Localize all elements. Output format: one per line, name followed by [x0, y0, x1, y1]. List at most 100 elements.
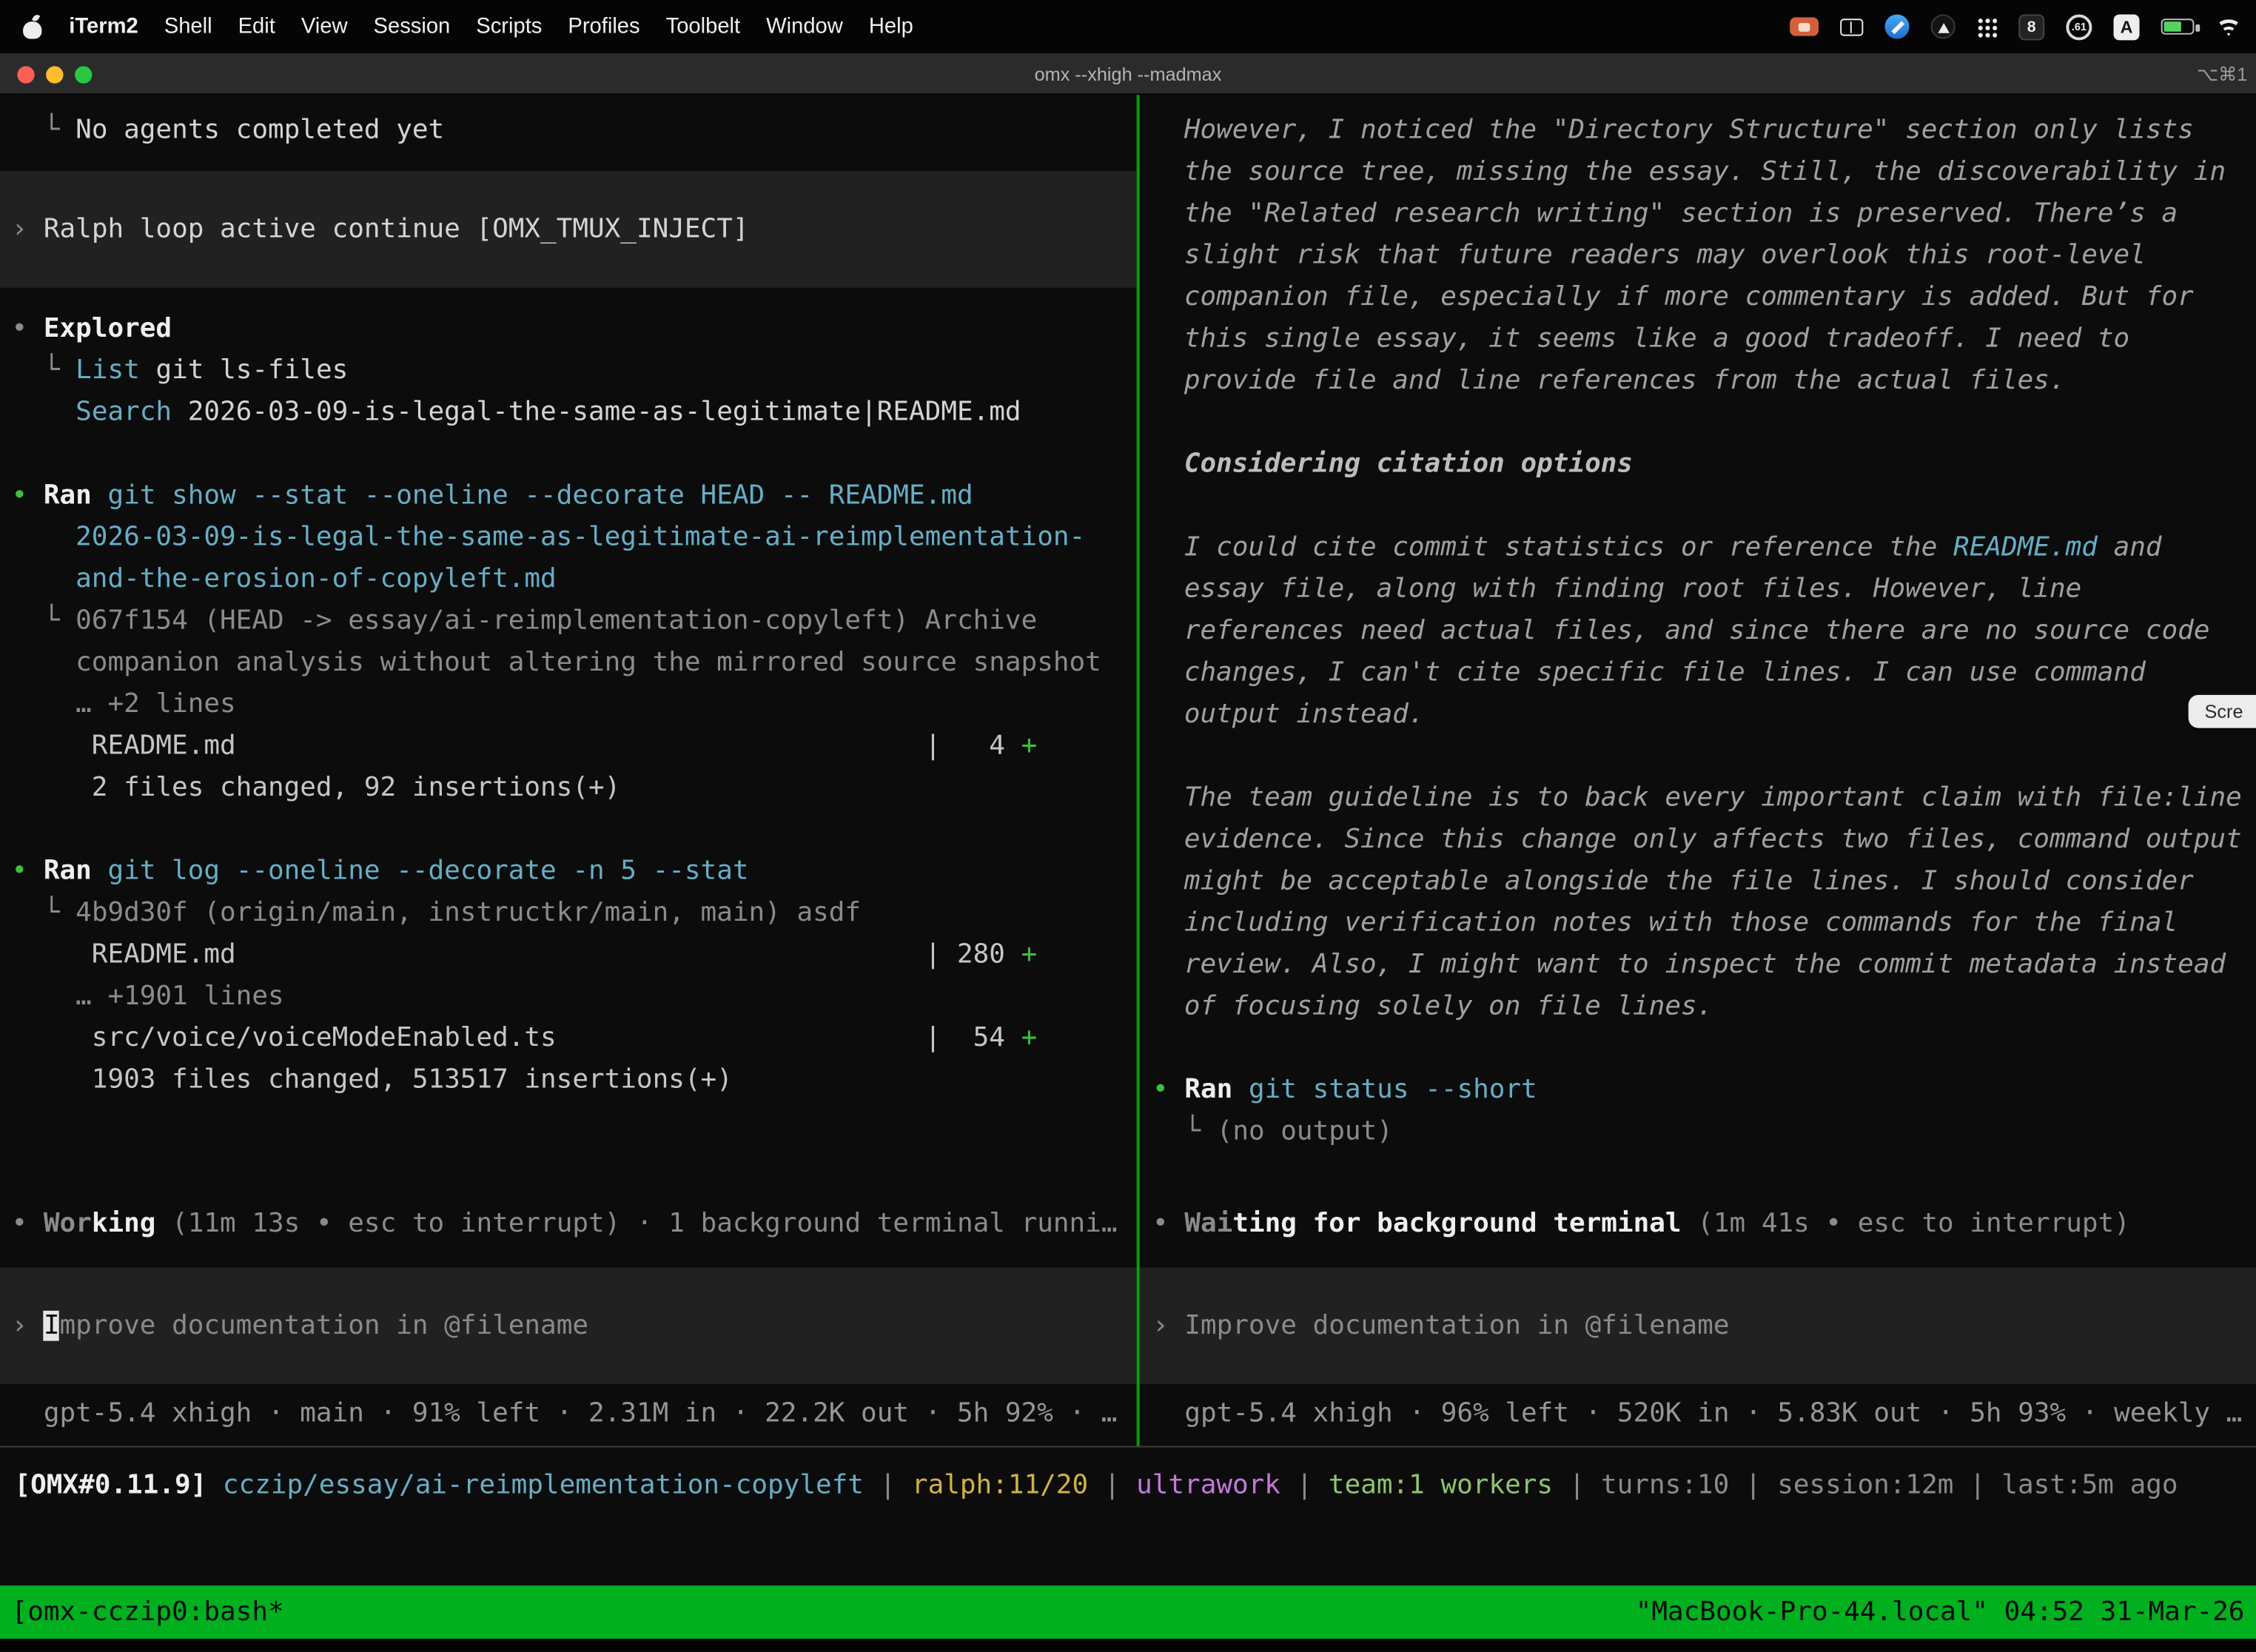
explored-block: • Explored └ List git ls-files Search 20…	[0, 308, 1137, 433]
menu-item-window[interactable]: Window	[766, 14, 843, 38]
menubar: iTerm2 Shell Edit View Session Scripts Profile…	[0, 0, 2256, 53]
text-segment: |	[1953, 1471, 2001, 1501]
text-segment: ralph:11/20	[912, 1471, 1088, 1501]
text-segment: last:5m ago	[2001, 1471, 2178, 1501]
text-segment: 2026-03-09-is-legal-the-same-as-legitima…	[172, 397, 1021, 428]
text-segment: … +1901 lines	[12, 981, 284, 1012]
apple-menu-icon[interactable]	[23, 14, 43, 38]
terminal-line: • Explored	[0, 308, 1137, 349]
left-pane[interactable]: └ No agents completed yet › Ralph loop ac…	[0, 95, 1137, 1446]
screen-recording-indicator[interactable]	[1790, 17, 1819, 36]
terminal-line: of focusing solely on file lines.	[1171, 986, 2256, 1027]
text-segment: ›	[12, 1311, 44, 1341]
right-pane[interactable]: However, I noticed the "Directory Struct…	[1140, 95, 2256, 1446]
menu-item-profiles[interactable]: Profiles	[568, 14, 639, 38]
menu-item-session[interactable]: Session	[374, 14, 451, 38]
terminal-line: • Working (11m 13s • esc to interrupt) ·…	[0, 1203, 1137, 1244]
terminal-line: this single essay, it seems like a good …	[1171, 318, 2256, 360]
terminal-line: output instead.	[1171, 694, 2256, 735]
text-segment: •	[12, 1209, 44, 1239]
text-segment: session:12m	[1777, 1471, 1953, 1501]
menu-item-help[interactable]: Help	[869, 14, 913, 38]
text-segment: the source tree, missing the essay. Stil…	[1184, 157, 2226, 187]
terminal-line: └ 4b9d30f (origin/main, instructkr/main,…	[0, 892, 1137, 933]
reasoning-paragraph-3: The team guideline is to back every impo…	[1171, 777, 2256, 1027]
zoom-button[interactable]	[75, 65, 92, 82]
tmux-status-bar: [omx-cczip0:bash* "MacBook-Pro-44.local"…	[0, 1585, 2256, 1639]
working-status: • Working (11m 13s • esc to interrupt) ·…	[0, 1203, 1137, 1244]
terminal-line: └ No agents completed yet	[0, 110, 1137, 151]
terminal-line: • Ran git show --stat --oneline --decora…	[0, 474, 1137, 516]
text-segment: Ran	[1184, 1075, 1232, 1105]
text-segment: cczip/essay/ai-reimplementation-copyleft	[223, 1471, 864, 1501]
terminal-line: including verification notes with those …	[1171, 902, 2256, 944]
menu-items: iTerm2 Shell Edit View Session Scripts Profile…	[69, 14, 913, 38]
terminal-line: The team guideline is to back every impo…	[1171, 777, 2256, 819]
battery-icon[interactable]	[2161, 19, 2195, 34]
text-segment: +	[1021, 1023, 1038, 1053]
minimize-button[interactable]	[46, 65, 63, 82]
text-segment	[12, 397, 76, 428]
wifi-icon[interactable]	[2216, 17, 2242, 36]
menu-item-scripts[interactable]: Scripts	[476, 14, 542, 38]
traffic-lights	[17, 53, 92, 95]
window-shortcut-badge: ⌥⌘1	[2197, 53, 2247, 95]
text-segment: companion analysis without altering the …	[12, 648, 1101, 678]
input-source-icon[interactable]: A	[2114, 13, 2140, 39]
text-segment: including verification notes with those …	[1184, 908, 2178, 939]
reasoning-heading: Considering citation options	[1171, 443, 2256, 485]
terminal-line: 2 files changed, 92 insertions(+)	[0, 767, 1137, 808]
terminal-line: provide file and line references from th…	[1171, 360, 2256, 401]
terminal-line: └ List git ls-files	[0, 349, 1137, 391]
menu-item-edit[interactable]: Edit	[238, 14, 275, 38]
terminal-line: and-the-erosion-of-copyleft.md	[0, 558, 1137, 600]
text-segment: ›	[1152, 1311, 1184, 1341]
prompt-input[interactable]: › Improve documentation in @filename	[1140, 1268, 2256, 1384]
terminal-line: the "Related research writing" section i…	[1171, 192, 2256, 234]
keypad-8-icon[interactable]: 8	[2018, 13, 2044, 39]
text-segment: src/voice/voiceModeEnabled.ts | 54	[12, 1023, 1021, 1053]
terminal-line: README.md | 4 +	[0, 725, 1137, 767]
terminal-line: slight risk that future readers may over…	[1171, 235, 2256, 276]
text-segment: The team guideline is to back every impo…	[1184, 782, 2242, 813]
apps-grid-icon[interactable]	[1977, 16, 1997, 36]
safari-icon[interactable]	[1884, 14, 1909, 38]
text-segment: might be acceptable alongside the file l…	[1184, 866, 2194, 896]
text-segment: git status --short	[1232, 1075, 1537, 1105]
prompt-input[interactable]: › Improve documentation in @filename	[0, 1268, 1137, 1384]
menu-item-iterm2[interactable]: iTerm2	[69, 14, 138, 38]
text-segment: +	[1021, 939, 1038, 970]
screen-share-edge-tab[interactable]: Scre	[2189, 695, 2256, 728]
text-segment: this single essay, it seems like a good …	[1184, 323, 2129, 354]
terminal-line: companion file, especially if more comme…	[1171, 276, 2256, 318]
text-segment: Ralph loop active continue [OMX_TMUX_INJ…	[44, 215, 749, 245]
terminal-line: … +2 lines	[0, 683, 1137, 725]
text-segment: Ran	[44, 480, 92, 511]
window-titlebar[interactable]: omx --xhigh --madmax ⌥⌘1	[0, 53, 2256, 95]
terminal-line: Considering citation options	[1171, 443, 2256, 485]
terminal-line: › Improve documentation in @filename	[1140, 1305, 2256, 1346]
git-log-block: • Ran git log --oneline --decorate -n 5 …	[0, 850, 1137, 1101]
menu-item-toolbelt[interactable]: Toolbelt	[666, 14, 741, 38]
window-tiling-icon[interactable]	[1840, 18, 1863, 35]
tmux-host-clock: "MacBook-Pro-44.local" 04:52 31-Mar-26	[1636, 1597, 2245, 1628]
text-segment: ›	[12, 215, 44, 245]
text-segment: README.md	[1953, 532, 2098, 563]
menu-item-shell[interactable]: Shell	[164, 14, 212, 38]
text-segment: └	[12, 605, 76, 636]
close-button[interactable]	[17, 65, 34, 82]
text-segment: (1m 41s • esc to interrupt)	[1682, 1209, 2130, 1239]
text-segment: Search	[75, 397, 172, 428]
terminal-line: README.md | 280 +	[0, 934, 1137, 976]
ghostty-icon[interactable]	[1931, 14, 1955, 38]
battery-percent-gauge-icon[interactable]: .61	[2066, 13, 2092, 39]
text-segment: references need actual files, and since …	[1184, 616, 2210, 646]
text-segment: ting for background terminal	[1232, 1209, 1681, 1239]
terminal-panes: └ No agents completed yet › Ralph loop ac…	[0, 95, 2256, 1446]
text-segment: 2 files changed, 92 insertions(+)	[12, 773, 621, 803]
menu-item-view[interactable]: View	[301, 14, 348, 38]
text-segment: gpt-5.4 xhigh · 96% left · 520K in · 5.8…	[1152, 1398, 2242, 1428]
terminal-line: • Ran git status --short	[1140, 1069, 2256, 1110]
terminal-line: the source tree, missing the essay. Stil…	[1171, 151, 2256, 192]
text-segment: ultrawork	[1136, 1471, 1280, 1501]
